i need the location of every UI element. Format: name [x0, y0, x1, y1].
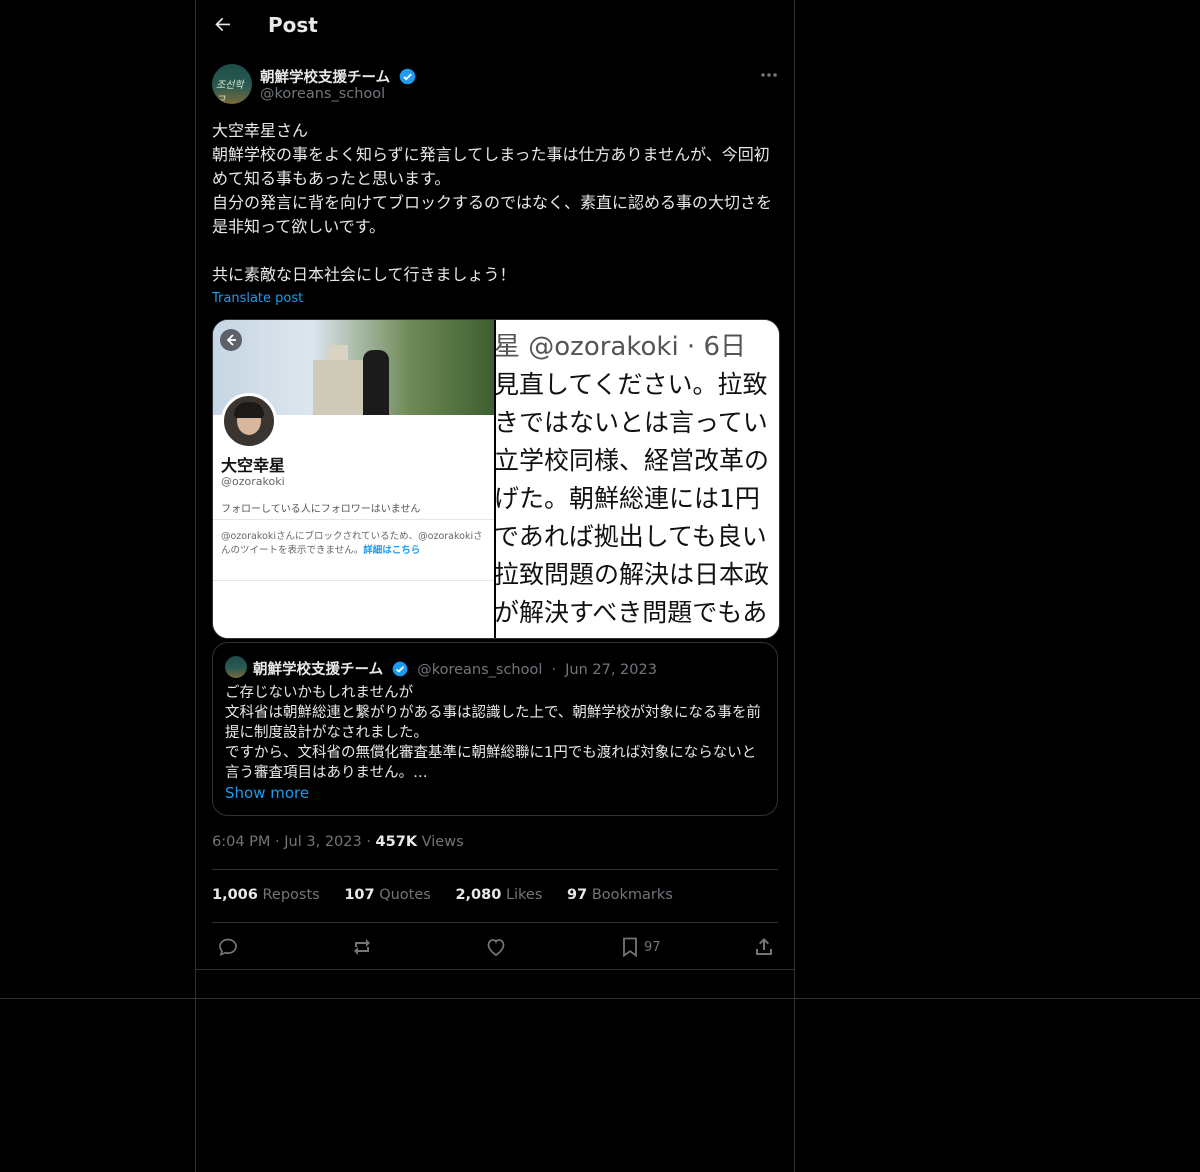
reposts-stat[interactable]: 1,006 Reposts: [212, 887, 320, 903]
main-column: Post 조선학교 朝鮮学校支援チーム @koreans_school 大空幸星…: [195, 0, 795, 1172]
author-name-text[interactable]: 朝鮮学校支援チーム: [260, 70, 390, 86]
reposts-count: 1,006: [212, 887, 258, 903]
bookmarks-count: 97: [567, 887, 588, 903]
bookmark-icon[interactable]: [618, 935, 642, 959]
quoted-text: ご存じないかもしれませんが 文科省は朝鮮総連と繋がりがある事は認識した上で、朝鮮…: [225, 685, 761, 781]
show-more-link[interactable]: Show more: [225, 784, 309, 802]
zoom-line: 見直してください。拉致: [496, 370, 768, 399]
page-title: Post: [268, 13, 318, 37]
engagement-stats: 1,006 Reposts 107 Quotes 2,080 Likes 97 …: [212, 887, 693, 903]
likes-count: 2,080: [455, 887, 502, 903]
media-image[interactable]: 大空幸星 @ozorakoki フォローしている人にフォロワーはいません @oz…: [212, 319, 780, 639]
translate-post-link[interactable]: Translate post: [212, 291, 303, 306]
repost-icon[interactable]: [350, 935, 374, 959]
profile-avatar: [221, 393, 277, 449]
building: [313, 360, 363, 415]
back-arrow-icon[interactable]: [210, 12, 238, 40]
quoted-author: 朝鮮学校支援チーム @koreans_school · Jun 27, 2023: [253, 658, 657, 679]
zoom-line: 星 @ozorakoki · 6日: [496, 332, 747, 362]
stats-bottom-divider: [212, 922, 778, 923]
profile-separator: [213, 519, 494, 520]
profile-screenshot: 大空幸星 @ozorakoki フォローしている人にフォロワーはいません @oz…: [213, 320, 494, 638]
post-date[interactable]: Jul 3, 2023: [284, 834, 361, 850]
post-text: 大空幸星さん 朝鮮学校の事をよく知らずに発言してしまった事は仕方ありませんが、今…: [212, 121, 773, 284]
quotes-label: Quotes: [379, 887, 431, 903]
post-bottom-divider: [196, 969, 794, 970]
avatar-hair: [234, 402, 264, 418]
verified-badge-icon: [392, 661, 408, 677]
like-icon[interactable]: [484, 935, 508, 959]
quotes-count: 107: [344, 887, 375, 903]
profile-handle: @ozorakoki: [221, 475, 285, 488]
blocked-notice-text: @ozorakokiさんにブロックされているため、@ozorakokiさんのツイ…: [221, 531, 483, 556]
post-time[interactable]: 6:04 PM: [212, 834, 270, 850]
blocked-notice: @ozorakokiさんにブロックされているため、@ozorakokiさんのツイ…: [221, 530, 489, 558]
tweet-zoom-screenshot: 星 @ozorakoki · 6日 見直してください。拉致 きではないとは言って…: [496, 320, 779, 638]
author-handle[interactable]: @koreans_school: [260, 86, 385, 102]
profile-separator: [213, 580, 494, 581]
more-options-icon[interactable]: [758, 66, 780, 84]
quoted-author-avatar: [225, 656, 247, 678]
meta-separator: ·: [275, 834, 280, 850]
bookmark-count: 97: [644, 940, 661, 955]
zoom-line: 立学校同様、経営改革の: [496, 446, 770, 475]
zoom-line: げた。朝鮮総連には1円: [496, 484, 760, 513]
quoted-author-name: 朝鮮学校支援チーム: [253, 662, 384, 678]
profile-name: 大空幸星: [221, 456, 286, 475]
bookmarks-stat[interactable]: 97 Bookmarks: [567, 887, 673, 903]
quoted-separator: ·: [551, 662, 557, 678]
post-meta: 6:04 PM · Jul 3, 2023 · 457K Views: [212, 834, 464, 850]
zoom-line: 拉致問題の解決は日本政: [496, 560, 770, 589]
reply-icon[interactable]: [216, 935, 240, 959]
reposts-label: Reposts: [262, 887, 320, 903]
person-figure: [363, 350, 389, 415]
quotes-stat[interactable]: 107 Quotes: [344, 887, 431, 903]
quoted-author-handle: @koreans_school: [417, 662, 543, 678]
meta-separator: ·: [366, 834, 371, 850]
bookmarks-label: Bookmarks: [591, 887, 673, 903]
share-icon[interactable]: [752, 935, 776, 959]
zoom-line: であれば拠出しても良い: [496, 522, 767, 551]
views-count: 457K: [375, 834, 418, 850]
likes-label: Likes: [505, 887, 543, 903]
zoom-line: きではないとは言ってい: [496, 408, 768, 437]
views-label: Views: [421, 834, 464, 850]
blocked-notice-link: 詳細はこちら: [363, 545, 421, 556]
profile-follow-text: フォローしている人にフォロワーはいません: [221, 504, 421, 515]
quoted-date: Jun 27, 2023: [565, 662, 657, 678]
stats-top-divider: [212, 869, 778, 870]
author-avatar[interactable]: 조선학교: [212, 64, 252, 104]
likes-stat[interactable]: 2,080 Likes: [455, 887, 542, 903]
zoom-line: が解決すべき問題でもあ: [496, 598, 768, 627]
page-header: Post: [196, 0, 794, 53]
verified-badge-icon: [399, 68, 416, 85]
author-name[interactable]: 朝鮮学校支援チーム: [260, 66, 416, 87]
screenshot-back-icon: [220, 329, 242, 351]
quoted-post[interactable]: 朝鮮学校支援チーム @koreans_school · Jun 27, 2023…: [212, 642, 778, 816]
avatar-text: 조선학교: [216, 80, 244, 104]
